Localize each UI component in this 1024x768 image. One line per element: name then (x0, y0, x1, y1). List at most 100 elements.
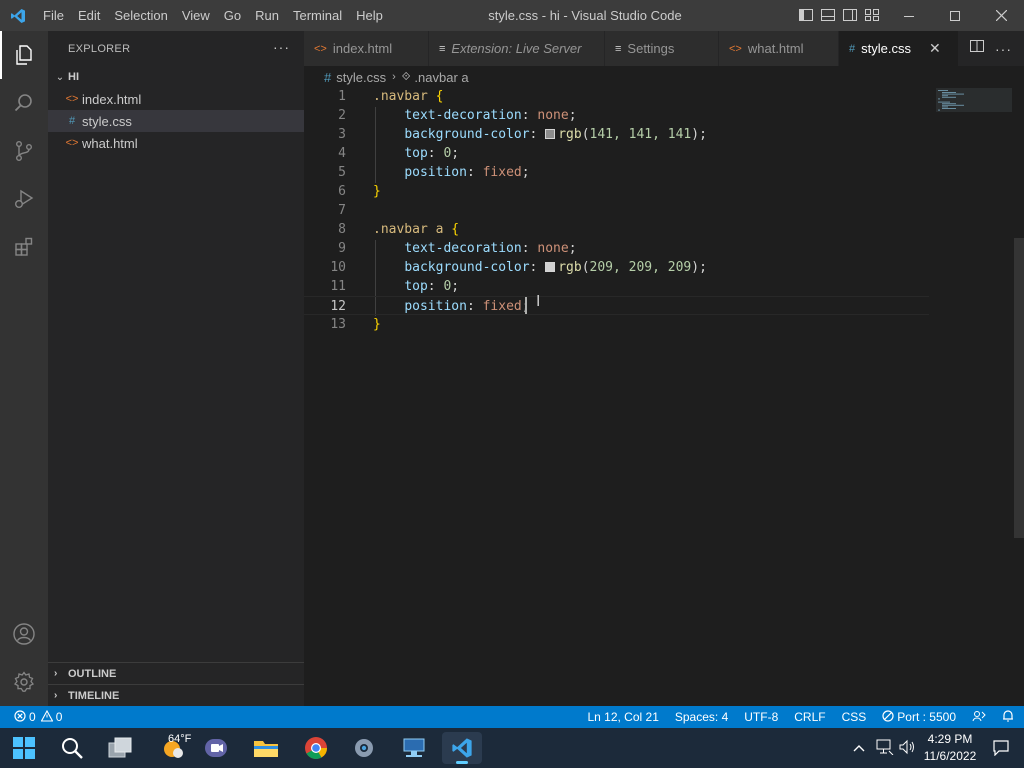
mouse-ibeam-icon: I (536, 292, 541, 310)
chevron-right-icon: › (392, 71, 396, 83)
file-explorer-icon[interactable] (246, 732, 286, 764)
file-item[interactable]: # style.css (48, 110, 304, 132)
task-view-icon[interactable] (100, 732, 140, 764)
taskbar-clock[interactable]: 4:29 PM 11/6/2022 (918, 731, 982, 765)
toggle-secondary-sidebar-icon[interactable] (842, 7, 858, 23)
run-and-debug-icon[interactable] (0, 175, 48, 223)
language-mode[interactable]: CSS (834, 710, 875, 724)
activity-bar (0, 31, 48, 706)
live-server-port[interactable]: Port : 5500 (874, 709, 964, 725)
toggle-panel-icon[interactable] (820, 7, 836, 23)
close-tab-icon[interactable]: ✕ (929, 40, 941, 57)
breadcrumb-file[interactable]: style.css (336, 70, 386, 85)
accounts-icon[interactable] (0, 610, 48, 658)
menu-go[interactable]: Go (217, 0, 248, 31)
menu-terminal[interactable]: Terminal (286, 0, 349, 31)
start-menu-icon[interactable] (4, 732, 44, 764)
code-line: 4 top: 0; (304, 144, 929, 163)
menu-edit[interactable]: Edit (71, 0, 107, 31)
teams-chat-icon[interactable] (196, 732, 236, 764)
problems-status[interactable]: 0 0 (0, 709, 70, 725)
brace: } (373, 184, 381, 199)
toggle-primary-sidebar-icon[interactable] (798, 7, 814, 23)
css-value: fixed (482, 299, 522, 314)
more-actions-icon[interactable]: ··· (273, 39, 290, 55)
symbol-class-icon: ⟐ (401, 70, 411, 83)
explorer-title: EXPLORER (68, 42, 131, 55)
close-window-button[interactable] (978, 0, 1024, 31)
editor-tab[interactable]: ≡ Extension: Live Server (429, 31, 605, 66)
notifications-bell-icon[interactable] (994, 709, 1024, 725)
line-number: 4 (338, 146, 346, 161)
notification-center-icon[interactable] (986, 732, 1016, 764)
weather-widget[interactable]: 64°F (150, 732, 198, 764)
line-number: 6 (338, 184, 346, 199)
settings-gear-icon[interactable] (344, 732, 384, 764)
network-icon[interactable] (872, 739, 898, 758)
feedback-person-icon[interactable] (964, 710, 994, 725)
css-args: 141, 141, 141 (589, 127, 692, 142)
editor-tab[interactable]: <> what.html (719, 31, 839, 66)
end-of-line[interactable]: CRLF (786, 710, 833, 724)
breadcrumb-symbol[interactable]: .navbar a (414, 70, 468, 85)
volume-icon[interactable] (898, 739, 918, 758)
editor-tab[interactable]: <> index.html (304, 31, 429, 66)
timeline-panel-header[interactable]: › TIMELINE (48, 684, 304, 706)
chevron-up-icon[interactable] (850, 741, 868, 755)
editor-tab[interactable]: ≡ Settings (605, 31, 719, 66)
search-icon[interactable] (52, 732, 92, 764)
editor-scrollbar[interactable] (1012, 88, 1024, 706)
code-content: } (373, 315, 381, 334)
scrollbar-thumb[interactable] (1014, 238, 1024, 538)
cursor-position[interactable]: Ln 12, Col 21 (579, 710, 666, 724)
chevron-right-icon: › (54, 668, 58, 679)
code-editor[interactable]: 1 .navbar {2 text-decoration: none; 3 back… (304, 88, 1024, 706)
extensions-icon[interactable] (0, 223, 48, 271)
manage-gear-icon[interactable] (0, 658, 48, 706)
code-line: 7 (304, 201, 929, 220)
menu-file[interactable]: File (36, 0, 71, 31)
code-line: 3 background-color: rgb(141, 141, 141); (304, 125, 929, 144)
folder-root[interactable]: ⌄ HI (48, 66, 304, 88)
code-content: top: 0; (373, 144, 459, 163)
document-lines-icon: ≡ (439, 42, 446, 55)
minimize-button[interactable] (886, 0, 932, 31)
network-app-icon[interactable] (394, 732, 434, 764)
css-value: fixed (482, 165, 522, 180)
maximize-button[interactable] (932, 0, 978, 31)
minimap[interactable] (936, 88, 1012, 128)
file-item[interactable]: <> index.html (48, 88, 304, 110)
html-file-icon: <> (65, 93, 79, 105)
menu-selection[interactable]: Selection (107, 0, 174, 31)
code-line: 6} (304, 182, 929, 201)
chrome-icon[interactable] (296, 732, 336, 764)
colon: : (529, 127, 546, 142)
block-icon (882, 709, 894, 725)
encoding[interactable]: UTF-8 (736, 710, 786, 724)
code-content: background-color: rgb(141, 141, 141); (373, 125, 707, 144)
colon: : (427, 146, 444, 161)
menu-run[interactable]: Run (248, 0, 286, 31)
folder-name: HI (68, 71, 79, 83)
editor-tab[interactable]: # style.css ✕ (839, 31, 959, 66)
source-control-icon[interactable] (0, 127, 48, 175)
vscode-logo-icon[interactable] (0, 0, 36, 31)
customize-layout-icon[interactable] (864, 7, 880, 23)
line-number: 5 (338, 165, 346, 180)
file-item[interactable]: <> what.html (48, 132, 304, 154)
paren: ) (691, 127, 700, 142)
css-function: rgb (558, 127, 582, 142)
split-editor-icon[interactable] (969, 38, 985, 59)
menu-help[interactable]: Help (349, 0, 390, 31)
indentation[interactable]: Spaces: 4 (667, 710, 736, 724)
more-actions-icon[interactable]: ··· (995, 41, 1012, 57)
search-icon[interactable] (0, 79, 48, 127)
css-property: top (404, 146, 428, 161)
explorer-icon[interactable] (0, 31, 48, 79)
tab-label: Settings (627, 41, 675, 56)
outline-panel-header[interactable]: › OUTLINE (48, 662, 304, 684)
vscode-taskbar-icon[interactable] (442, 732, 482, 764)
menu-view[interactable]: View (175, 0, 217, 31)
html-file-icon: <> (314, 42, 327, 55)
weather-temp: 64°F (168, 733, 192, 745)
